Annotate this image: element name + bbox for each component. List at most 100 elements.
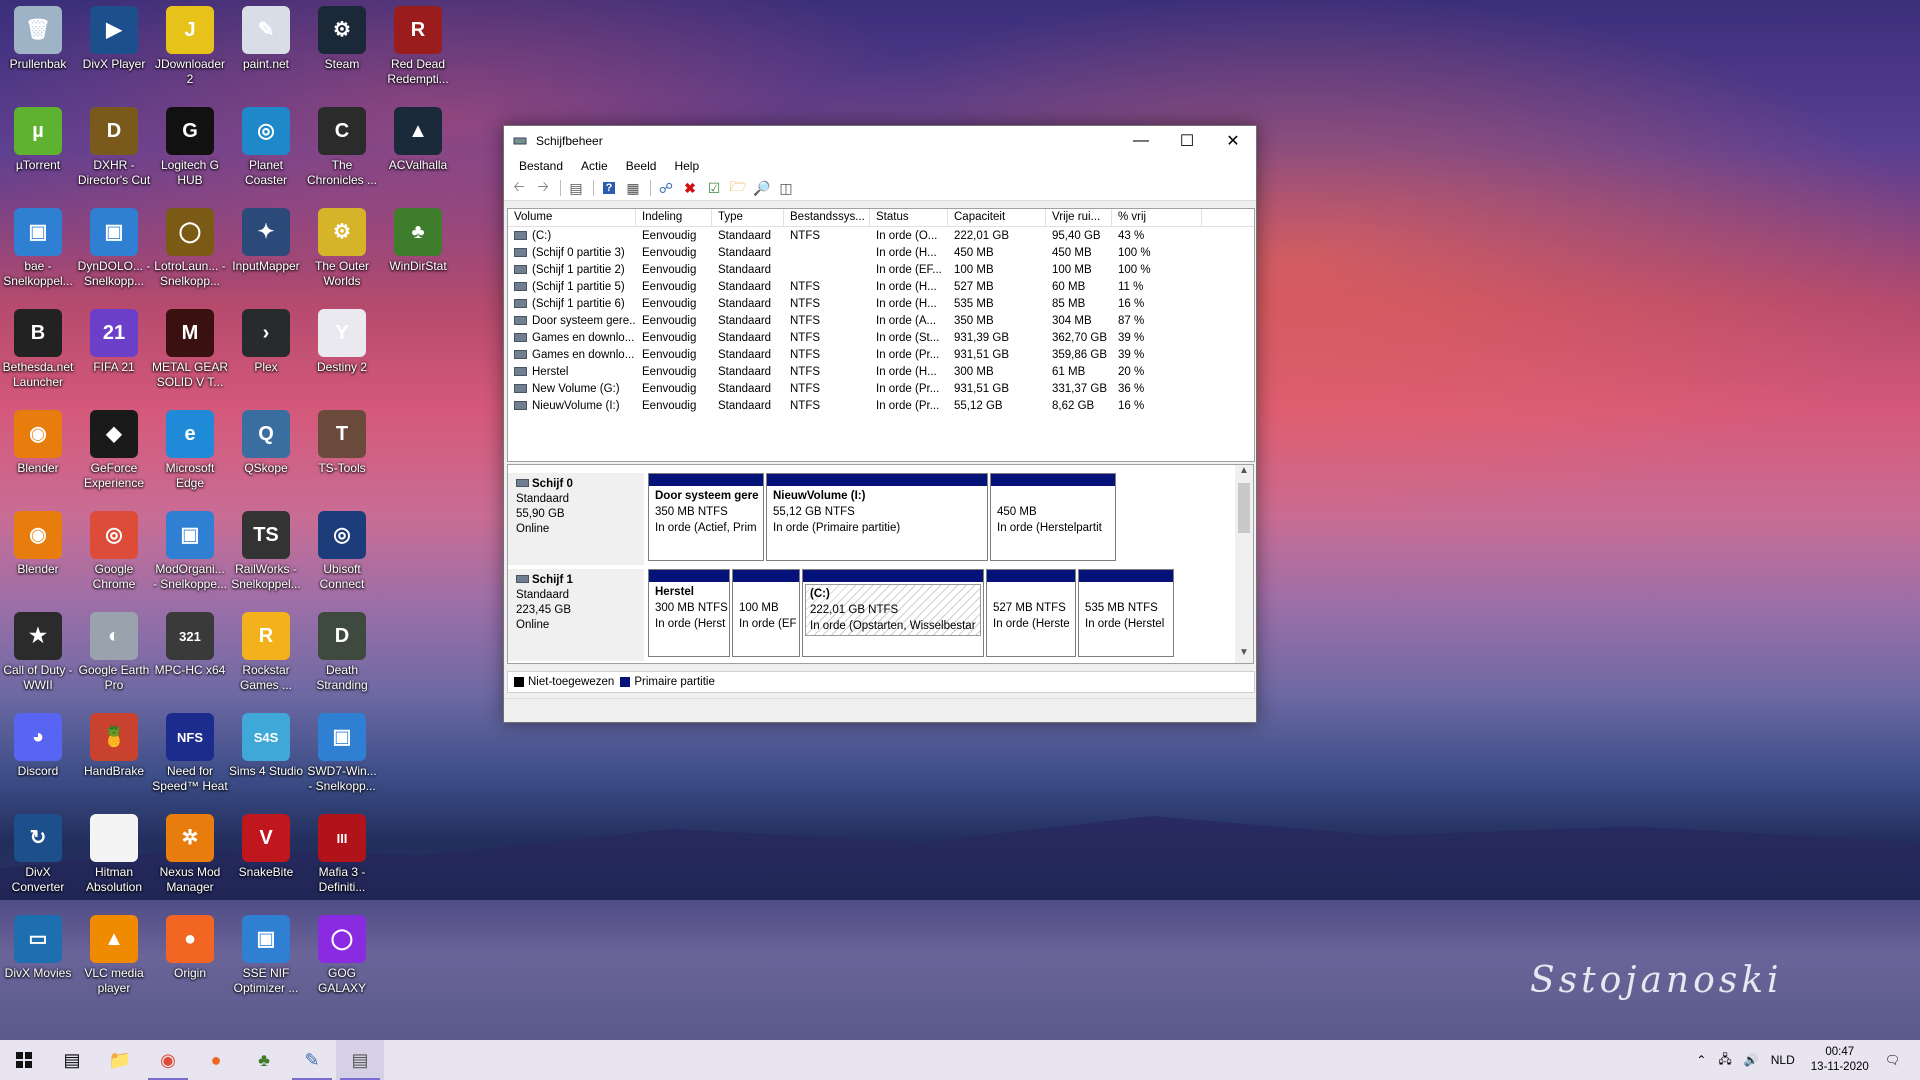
graph-scrollbar[interactable]: ▲ ▼ [1235, 464, 1254, 664]
desktop-icon[interactable]: C The Chronicles ... [304, 107, 380, 188]
desktop-icon[interactable]: ⚙ The Outer Worlds [304, 208, 380, 289]
desktop-icon[interactable]: TS RailWorks - Snelkoppel... [228, 511, 304, 592]
desktop-icon[interactable]: G Logitech G HUB [152, 107, 228, 188]
table-row[interactable]: Door systeem gere... Eenvoudig Standaard NT… [508, 312, 1254, 329]
connect-icon[interactable]: ☍ [655, 178, 677, 198]
desktop-icon[interactable]: 🗑 Prullenbak [0, 6, 76, 72]
column-header-bestandssysteem[interactable]: Bestandssys... [784, 209, 870, 226]
maximize-button[interactable]: ☐ [1164, 126, 1210, 156]
taskbar-file-explorer[interactable]: 📁 [96, 1040, 144, 1080]
partition-system-reserved[interactable]: Door systeem gere 350 MB NTFS In orde (Act… [648, 473, 764, 561]
start-button[interactable] [0, 1040, 48, 1080]
chevron-up-icon[interactable]: ⌃ [1696, 1053, 1706, 1067]
desktop-icon[interactable]: B Bethesda.net Launcher [0, 309, 76, 390]
column-header-type[interactable]: Type [712, 209, 784, 226]
partition-c-drive[interactable]: (C:) 222,01 GB NTFS In orde (Opstarten, Wi… [802, 569, 984, 657]
partition-nieuwvolume-i[interactable]: NieuwVolume (I:) 55,12 GB NTFS In orde (Pr… [766, 473, 988, 561]
desktop-icon[interactable]: ⚙ Steam [304, 6, 380, 72]
desktop-icon[interactable]: NFS Need for Speed™ Heat [152, 713, 228, 794]
partition-efi[interactable]: 100 MB In orde (EF [732, 569, 800, 657]
column-header-percent-vrij[interactable]: % vrij [1112, 209, 1202, 226]
desktop-icon[interactable]: ◕ Discord [0, 713, 76, 779]
partition-herstel[interactable]: Herstel 300 MB NTFS In orde (Herst [648, 569, 730, 657]
partition-recovery-527[interactable]: 527 MB NTFS In orde (Herste [986, 569, 1076, 657]
clock[interactable]: 00:47 13-11-2020 [1811, 1045, 1869, 1075]
desktop-icon[interactable]: › Plex [228, 309, 304, 375]
desktop-icon[interactable]: 🍍 HandBrake [76, 713, 152, 779]
volume-icon[interactable]: 🔊 [1744, 1053, 1759, 1067]
properties-icon[interactable]: ☑ [703, 178, 725, 198]
notification-icon[interactable]: 🗨 [1885, 1053, 1900, 1067]
desktop-icon[interactable]: ◉ Blender [0, 511, 76, 577]
partition-recovery-535[interactable]: 535 MB NTFS In orde (Herstel [1078, 569, 1174, 657]
desktop-icon[interactable]: ◯ GOG GALAXY [304, 915, 380, 996]
network-icon[interactable]: 🖧 [1718, 1050, 1731, 1071]
menu-help[interactable]: Help [665, 159, 708, 173]
table-row[interactable]: NieuwVolume (I:) Eenvoudig Standaard NTFS In… [508, 397, 1254, 414]
console-tree-icon[interactable]: ▤ [565, 178, 587, 198]
table-row[interactable]: (C:) Eenvoudig Standaard NTFS In orde (O... 2… [508, 227, 1254, 244]
taskbar-disk-management[interactable]: ▤ [336, 1040, 384, 1080]
desktop-icon[interactable]: ◐ Google Earth Pro [76, 612, 152, 693]
desktop-icon[interactable]: ▣ SSE NIF Optimizer ... [228, 915, 304, 996]
desktop-icon[interactable]: ● Origin [152, 915, 228, 981]
search-folder-icon[interactable]: 🔎 [751, 178, 773, 198]
folder-up-icon[interactable]: 🗁 [727, 178, 749, 198]
desktop-icon[interactable]: ♣ WinDirStat [380, 208, 456, 274]
column-header-status[interactable]: Status [870, 209, 948, 226]
close-button[interactable]: ✕ [1210, 126, 1256, 156]
desktop-icon[interactable]: ▣ ModOrgani... - Snelkoppe... [152, 511, 228, 592]
desktop-icon[interactable]: ✎ paint.net [228, 6, 304, 72]
desktop-icon[interactable]: ◆ GeForce Experience [76, 410, 152, 491]
desktop-icon[interactable]: ◯ LotroLaun... - Snelkopp... [152, 208, 228, 289]
disk-1-label[interactable]: Schijf 1 Standaard 223,45 GB Online [508, 569, 644, 661]
desktop-icon[interactable]: ◎ Planet Coaster [228, 107, 304, 188]
desktop-icon[interactable]: ▭ DivX Movies [0, 915, 76, 981]
desktop-icon[interactable]: e Microsoft Edge [152, 410, 228, 491]
minimize-button[interactable]: — [1118, 126, 1164, 156]
taskbar-paintnet[interactable]: ✎ [288, 1040, 336, 1080]
desktop-icon[interactable]: ◉ Blender [0, 410, 76, 476]
scroll-down-icon[interactable]: ▼ [1235, 647, 1253, 663]
desktop-icon[interactable]: Q QSkope [228, 410, 304, 476]
desktop-icon[interactable]: ✲ Nexus Mod Manager [152, 814, 228, 895]
desktop-icon[interactable]: ▲ VLC media player [76, 915, 152, 996]
desktop-icon[interactable]: ★ Call of Duty - WWII [0, 612, 76, 693]
table-row[interactable]: Games en downlo... Eenvoudig Standaard NTFS… [508, 329, 1254, 346]
desktop-icon[interactable]: D DXHR - Director's Cut [76, 107, 152, 188]
partition-recovery-450[interactable]: 450 MB In orde (Herstelpartit [990, 473, 1116, 561]
desktop-icon[interactable]: ◎ Google Chrome [76, 511, 152, 592]
language-indicator[interactable]: NLD [1771, 1053, 1795, 1067]
desktop-icon[interactable]: ▣ DynDOLO... - Snelkopp... [76, 208, 152, 289]
desktop-icon[interactable]: ✦ InputMapper [228, 208, 304, 274]
desktop-icon[interactable]: M METAL GEAR SOLID V T... [152, 309, 228, 390]
desktop-icon[interactable]: ◎ Ubisoft Connect [304, 511, 380, 592]
help-icon[interactable]: ? [598, 178, 620, 198]
menu-beeld[interactable]: Beeld [617, 159, 666, 173]
task-view-button[interactable]: ▤ [48, 1040, 96, 1080]
scroll-up-icon[interactable]: ▲ [1235, 465, 1253, 481]
desktop-icon[interactable]: µ µTorrent [0, 107, 76, 173]
desktop-icon[interactable]: III Mafia 3 - Definiti... [304, 814, 380, 895]
volume-list[interactable]: Volume Indeling Type Bestandssys... Stat… [507, 208, 1255, 462]
desktop-icon[interactable]: J JDownloader 2 [152, 6, 228, 87]
table-row[interactable]: (Schijf 1 partitie 2) Eenvoudig Standaard I… [508, 261, 1254, 278]
delete-icon[interactable]: ✖ [679, 178, 701, 198]
table-row[interactable]: New Volume (G:) Eenvoudig Standaard NTFS In … [508, 380, 1254, 397]
action-pane-icon[interactable]: ▦ [622, 178, 644, 198]
desktop-icon[interactable]: Hitman Absolution [76, 814, 152, 895]
desktop-icon[interactable]: V SnakeBite [228, 814, 304, 880]
taskbar-origin[interactable]: ● [192, 1040, 240, 1080]
desktop-icon[interactable]: ↻ DivX Converter [0, 814, 76, 895]
taskbar-windirstat[interactable]: ♣ [240, 1040, 288, 1080]
column-header-capaciteit[interactable]: Capaciteit [948, 209, 1046, 226]
desktop-icon[interactable]: S4S Sims 4 Studio [228, 713, 304, 779]
desktop-icon[interactable]: ▣ SWD7-Win... - Snelkopp... [304, 713, 380, 794]
desktop-icon[interactable]: ▲ ACValhalla [380, 107, 456, 173]
desktop-icon[interactable]: T TS-Tools [304, 410, 380, 476]
settings-panel-icon[interactable]: ◫ [775, 178, 797, 198]
desktop-icon[interactable]: ▶ DivX Player [76, 6, 152, 72]
table-row[interactable]: (Schijf 1 partitie 6) Eenvoudig Standaard N… [508, 295, 1254, 312]
desktop-icon[interactable]: R Rockstar Games ... [228, 612, 304, 693]
desktop-icon[interactable]: D Death Stranding [304, 612, 380, 693]
